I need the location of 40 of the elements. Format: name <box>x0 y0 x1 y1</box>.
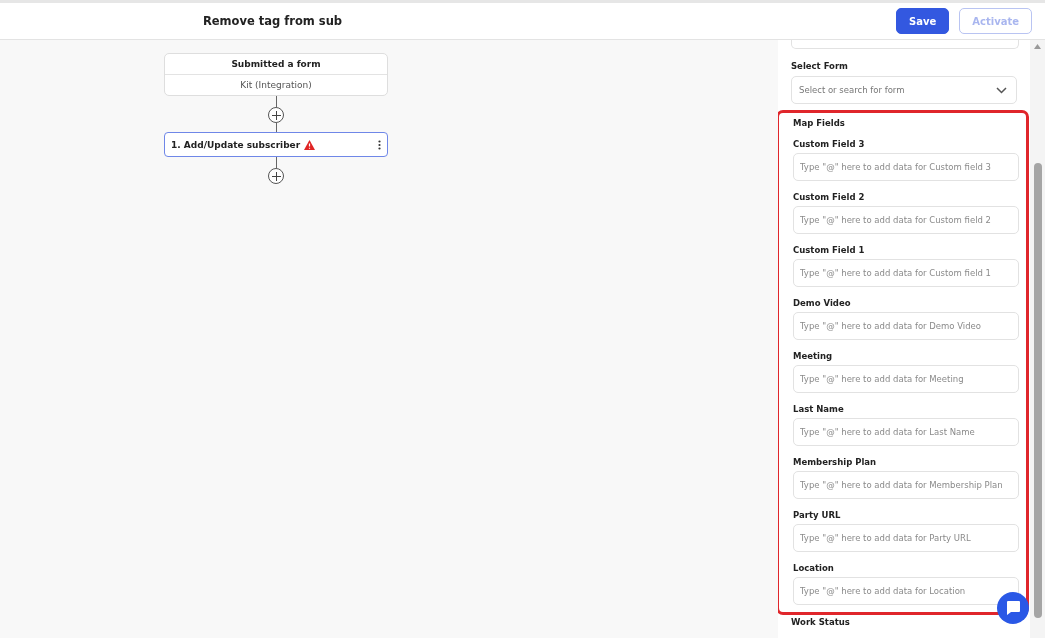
scroll-up-icon[interactable] <box>1034 44 1041 49</box>
field-label: Last Name <box>793 404 845 414</box>
add-step-button[interactable] <box>268 107 284 123</box>
field-label: Custom Field 3 <box>793 139 866 149</box>
field-label: Demo Video <box>793 298 852 308</box>
section-title: Map Fields <box>793 118 846 128</box>
field-label: Party URL <box>793 510 842 520</box>
input-field[interactable]: Type "@" here to add data for Meeting <box>793 365 1019 393</box>
input-field[interactable]: Type "@" here to add data for Party URL <box>793 524 1019 552</box>
input-field[interactable]: Type "@" here to add data for Membership Plan <box>793 471 1019 499</box>
input-field[interactable]: Type "@" here to add data for Demo Video <box>793 312 1019 340</box>
form-select[interactable]: Select or search for form <box>791 76 1017 104</box>
input-field[interactable]: Type "@" here to add data for Custom field 2 <box>793 206 1019 234</box>
workflow-title: Remove tag from sub <box>201 14 344 28</box>
field-label: Custom Field 1 <box>793 245 866 255</box>
trigger-title: Submitted a form <box>165 54 387 75</box>
input-field[interactable]: Type "@" here to add data for Custom field 3 <box>793 153 1019 181</box>
chat-icon <box>1005 600 1021 616</box>
action-node[interactable]: 1. Add/Update subscriber <box>164 132 388 157</box>
input-field[interactable] <box>791 40 1019 49</box>
save-button[interactable]: Save <box>896 8 950 34</box>
input-field[interactable]: Type "@" here to add data for Last Name <box>793 418 1019 446</box>
input-field[interactable]: Type "@" here to add data for Custom field 1 <box>793 259 1019 287</box>
action-title: 1. Add/Update subscriber <box>171 139 301 150</box>
field-label: Work Status <box>791 617 851 627</box>
more-options-icon[interactable] <box>378 139 381 150</box>
plus-icon <box>271 171 281 181</box>
scrollbar[interactable] <box>1030 40 1045 638</box>
trigger-subtitle: Kit (Integration) <box>239 79 313 92</box>
trigger-node[interactable]: Submitted a form Kit (Integration) <box>164 53 388 96</box>
chevron-down-icon <box>996 86 1007 94</box>
field-label: Meeting <box>793 351 834 361</box>
add-step-button[interactable] <box>268 168 284 184</box>
field-label: Select Form <box>791 61 849 71</box>
chat-button[interactable] <box>997 592 1029 624</box>
input-field[interactable]: Type "@" here to add data for Location <box>793 577 1019 605</box>
field-label: Custom Field 2 <box>793 192 866 202</box>
field-label: Membership Plan <box>793 457 878 467</box>
plus-icon <box>271 110 281 120</box>
field-label: Location <box>793 563 835 573</box>
